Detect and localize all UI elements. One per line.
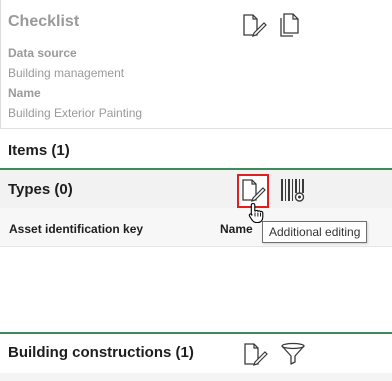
items-section-title[interactable]: Items (1)	[8, 142, 70, 159]
hand-pointer-cursor-icon	[248, 202, 266, 229]
panel-left-border	[0, 0, 1, 128]
name-value: Building Exterior Painting	[8, 106, 143, 120]
building-constructions-accent-line	[0, 332, 392, 334]
checklist-title: Checklist	[8, 13, 80, 30]
data-source-value: Building management	[8, 66, 125, 80]
edit-document-icon[interactable]	[243, 342, 269, 366]
building-constructions-section-title[interactable]: Building constructions (1)	[8, 344, 194, 361]
copy-document-icon[interactable]	[278, 12, 300, 38]
data-source-label: Data source	[8, 46, 77, 60]
column-header-asset-identification-key[interactable]: Asset identification key	[9, 222, 143, 236]
checklist-panel: Checklist Data source Building managemen…	[0, 0, 392, 381]
next-row-band	[0, 373, 392, 381]
edit-document-icon[interactable]	[241, 178, 267, 202]
edit-document-icon[interactable]	[242, 13, 268, 37]
additional-editing-tooltip: Additional editing	[262, 221, 368, 243]
section-divider	[0, 128, 392, 129]
name-label: Name	[8, 86, 41, 100]
filter-icon[interactable]	[280, 342, 306, 366]
types-section-title[interactable]: Types (0)	[8, 181, 73, 198]
asset-barcode-icon[interactable]	[280, 177, 306, 203]
